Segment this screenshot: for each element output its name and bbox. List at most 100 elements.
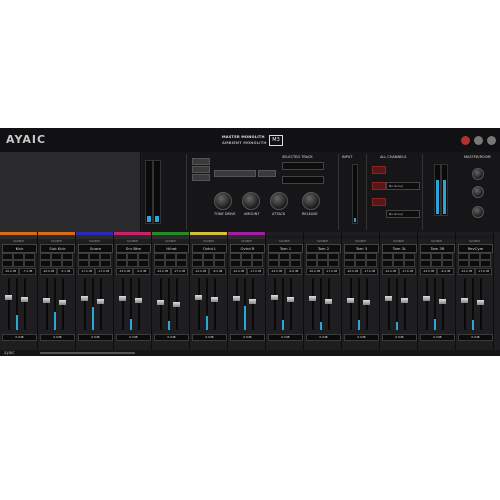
channel-route-button[interactable] — [366, 253, 377, 260]
channel-fx-button[interactable] — [214, 260, 225, 267]
all-channels-solo-button[interactable] — [372, 182, 386, 190]
channel-fader-track[interactable] — [8, 278, 10, 330]
channel-mute-button[interactable] — [40, 253, 51, 260]
channel-name-field[interactable]: Tom 1 — [268, 244, 303, 253]
channel-send-fader-cap[interactable] — [477, 300, 484, 305]
group-dropdown[interactable]: No Group — [386, 182, 420, 190]
channel-phase-button[interactable] — [382, 260, 393, 267]
channel-send-fader-track[interactable] — [138, 278, 140, 330]
channel-gain-readout[interactable]: 0.0dB — [306, 334, 341, 341]
channel-link-button[interactable] — [393, 260, 404, 267]
channel-send-fader-cap[interactable] — [325, 299, 332, 304]
preset-button-2[interactable] — [192, 166, 210, 173]
channel-fader-track[interactable] — [236, 278, 238, 330]
channel-link-button[interactable] — [241, 260, 252, 267]
channel-gain-readout[interactable]: 0.0dB — [344, 334, 379, 341]
channel-level-readout[interactable]: -17.0 dB — [78, 268, 95, 275]
all-channels-arm-button[interactable] — [372, 198, 386, 206]
channel-send-fader-track[interactable] — [404, 278, 406, 330]
channel-phase-button[interactable] — [458, 260, 469, 267]
channel-fader-cap[interactable] — [461, 298, 468, 303]
track-dropdown-2[interactable] — [282, 176, 324, 184]
channel-fx-button[interactable] — [442, 260, 453, 267]
channel-route-button[interactable] — [176, 253, 187, 260]
channel-send-fader-cap[interactable] — [363, 300, 370, 305]
preset-button-3[interactable] — [192, 174, 210, 181]
channel-gain-readout[interactable]: 0.0dB — [192, 334, 227, 341]
channel-fader-track[interactable] — [122, 278, 124, 330]
channel-level-readout[interactable]: -20.0 dB — [40, 268, 57, 275]
channel-solo-button[interactable] — [51, 253, 62, 260]
channel-gain-readout[interactable]: 0.0dB — [230, 334, 265, 341]
channel-name-field[interactable]: Snr Btm — [116, 244, 151, 253]
channel-name-field[interactable]: Ovhd R — [230, 244, 265, 253]
channel-mute-button[interactable] — [268, 253, 279, 260]
channel-route-button[interactable] — [442, 253, 453, 260]
channel-fx-button[interactable] — [176, 260, 187, 267]
channel-peak-readout[interactable]: -7.4 dB — [19, 268, 36, 275]
channel-phase-button[interactable] — [78, 260, 89, 267]
channel-route-button[interactable] — [214, 253, 225, 260]
channel-gain-readout[interactable]: 0.0dB — [458, 334, 493, 341]
channel-fader-track[interactable] — [46, 278, 48, 330]
channel-fader-cap[interactable] — [385, 296, 392, 301]
master-knob-2[interactable] — [472, 186, 484, 198]
channel-fader-cap[interactable] — [43, 298, 50, 303]
channel-solo-button[interactable] — [127, 253, 138, 260]
channel-name-field[interactable]: Tom 3 — [344, 244, 379, 253]
channel-send-fader-cap[interactable] — [135, 298, 142, 303]
channel-fader-cap[interactable] — [81, 296, 88, 301]
channel-name-field[interactable]: Snare — [78, 244, 113, 253]
channel-solo-button[interactable] — [317, 253, 328, 260]
channel-level-readout[interactable]: -22.0 dB — [420, 268, 437, 275]
channel-fader-cap[interactable] — [119, 296, 126, 301]
channel-mute-button[interactable] — [116, 253, 127, 260]
channel-link-button[interactable] — [165, 260, 176, 267]
channel-peak-readout[interactable]: -27.0 dB — [171, 268, 188, 275]
channel-phase-button[interactable] — [344, 260, 355, 267]
channel-level-readout[interactable]: -22.0 dB — [382, 268, 399, 275]
channel-fx-button[interactable] — [480, 260, 491, 267]
channel-solo-button[interactable] — [165, 253, 176, 260]
channel-send-fader-track[interactable] — [290, 278, 292, 330]
horizontal-scrollbar[interactable] — [40, 352, 135, 354]
channel-link-button[interactable] — [89, 260, 100, 267]
channel-mute-button[interactable] — [230, 253, 241, 260]
help-icon[interactable] — [487, 136, 496, 145]
channel-fader-cap[interactable] — [347, 298, 354, 303]
channel-fader-track[interactable] — [350, 278, 352, 330]
channel-peak-readout[interactable]: -6.9 dB — [437, 268, 454, 275]
channel-fx-button[interactable] — [100, 260, 111, 267]
channel-route-button[interactable] — [404, 253, 415, 260]
channel-mute-button[interactable] — [192, 253, 203, 260]
channel-phase-button[interactable] — [40, 260, 51, 267]
channel-peak-readout[interactable]: -17.9 dB — [247, 268, 264, 275]
channel-mute-button[interactable] — [458, 253, 469, 260]
channel-phase-button[interactable] — [230, 260, 241, 267]
channel-peak-readout[interactable]: -5.1 dB — [57, 268, 74, 275]
channel-level-readout[interactable]: -22.0 dB — [154, 268, 171, 275]
channel-solo-button[interactable] — [13, 253, 24, 260]
channel-level-readout[interactable]: -22.0 dB — [458, 268, 475, 275]
channel-send-fader-cap[interactable] — [97, 299, 104, 304]
channel-link-button[interactable] — [469, 260, 480, 267]
channel-link-button[interactable] — [355, 260, 366, 267]
channel-peak-readout[interactable]: -17.9 dB — [323, 268, 340, 275]
channel-link-button[interactable] — [431, 260, 442, 267]
channel-level-readout[interactable]: -22.0 dB — [230, 268, 247, 275]
channel-fx-button[interactable] — [62, 260, 73, 267]
knob-amount[interactable] — [242, 192, 260, 210]
channel-name-field[interactable]: Tom 3R — [420, 244, 455, 253]
channel-fader-cap[interactable] — [157, 300, 164, 305]
channel-name-field[interactable]: Sub Kick — [40, 244, 75, 253]
channel-route-button[interactable] — [290, 253, 301, 260]
channel-peak-readout[interactable]: -6.8 dB — [285, 268, 302, 275]
channel-level-readout[interactable]: -15.0 dB — [116, 268, 133, 275]
channel-solo-button[interactable] — [393, 253, 404, 260]
channel-gain-readout[interactable]: 0.0dB — [116, 334, 151, 341]
channel-phase-button[interactable] — [116, 260, 127, 267]
all-channels-mute-button[interactable] — [372, 166, 386, 174]
master-knob-3[interactable] — [472, 206, 484, 218]
channel-send-fader-cap[interactable] — [249, 299, 256, 304]
channel-fader-cap[interactable] — [233, 296, 240, 301]
